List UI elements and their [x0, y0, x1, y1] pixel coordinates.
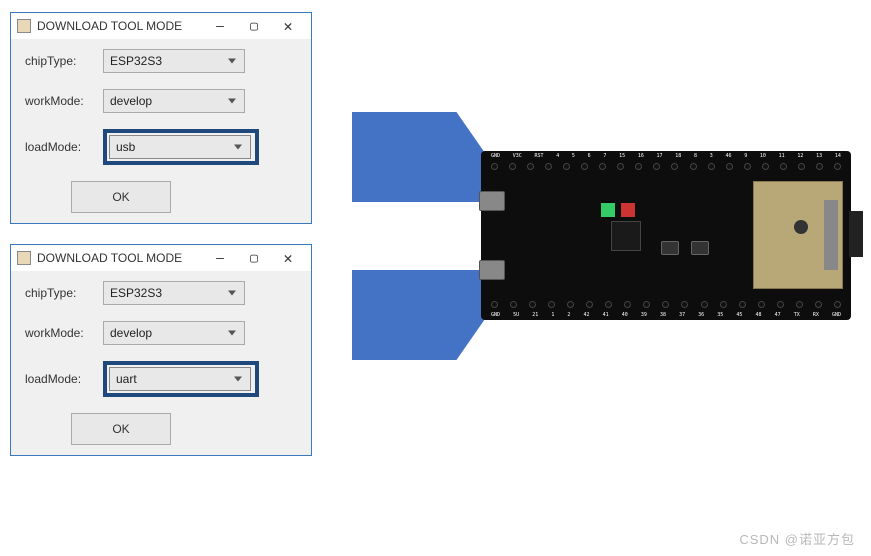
usb-connector-icon [479, 260, 505, 280]
workmode-dropdown[interactable]: develop [103, 89, 245, 113]
led-icon [621, 203, 635, 217]
loadmode-dropdown[interactable]: uart [109, 367, 251, 391]
esp-module-icon [753, 181, 843, 289]
app-icon [17, 19, 31, 33]
chiptype-dropdown[interactable]: ESP32S3 [103, 281, 245, 305]
chiptype-label: chipType: [25, 54, 103, 68]
workmode-label: workMode: [25, 94, 103, 108]
maximize-button[interactable]: ▢ [237, 247, 271, 269]
loadmode-label: loadMode: [25, 140, 103, 154]
window-title: DOWNLOAD TOOL MODE [37, 19, 203, 33]
antenna-icon [849, 211, 863, 257]
chip-icon [611, 221, 641, 251]
loadmode-label: loadMode: [25, 372, 103, 386]
minimize-button[interactable]: — [203, 247, 237, 269]
titlebar: DOWNLOAD TOOL MODE — ▢ ✕ [11, 245, 311, 271]
loadmode-highlight: uart [103, 361, 259, 397]
titlebar: DOWNLOAD TOOL MODE — ▢ ✕ [11, 13, 311, 39]
watermark: CSDN @诺亚方包 [739, 529, 855, 548]
espressif-logo-icon [794, 220, 808, 234]
ok-button[interactable]: OK [71, 413, 171, 445]
workmode-dropdown[interactable]: develop [103, 321, 245, 345]
workmode-label: workMode: [25, 326, 103, 340]
arrow-usb-icon [352, 112, 492, 202]
chiptype-dropdown[interactable]: ESP32S3 [103, 49, 245, 73]
app-icon [17, 251, 31, 265]
dialog-usb: DOWNLOAD TOOL MODE — ▢ ✕ chipType: ESP32… [10, 12, 312, 224]
close-button[interactable]: ✕ [271, 247, 305, 269]
loadmode-highlight: usb [103, 129, 259, 165]
dialog-uart: DOWNLOAD TOOL MODE — ▢ ✕ chipType: ESP32… [10, 244, 312, 456]
hw-button-icon [661, 241, 679, 255]
loadmode-dropdown[interactable]: usb [109, 135, 251, 159]
hw-button-icon [691, 241, 709, 255]
close-button[interactable]: ✕ [271, 15, 305, 37]
chiptype-label: chipType: [25, 286, 103, 300]
board-image: GNDV3CRST456715161718834691011121314 GND… [481, 151, 871, 320]
arrow-uart-icon [352, 270, 492, 360]
minimize-button[interactable]: — [203, 15, 237, 37]
ok-button[interactable]: OK [71, 181, 171, 213]
usb-connector-icon [479, 191, 505, 211]
maximize-button[interactable]: ▢ [237, 15, 271, 37]
led-icon [601, 203, 615, 217]
window-title: DOWNLOAD TOOL MODE [37, 251, 203, 265]
